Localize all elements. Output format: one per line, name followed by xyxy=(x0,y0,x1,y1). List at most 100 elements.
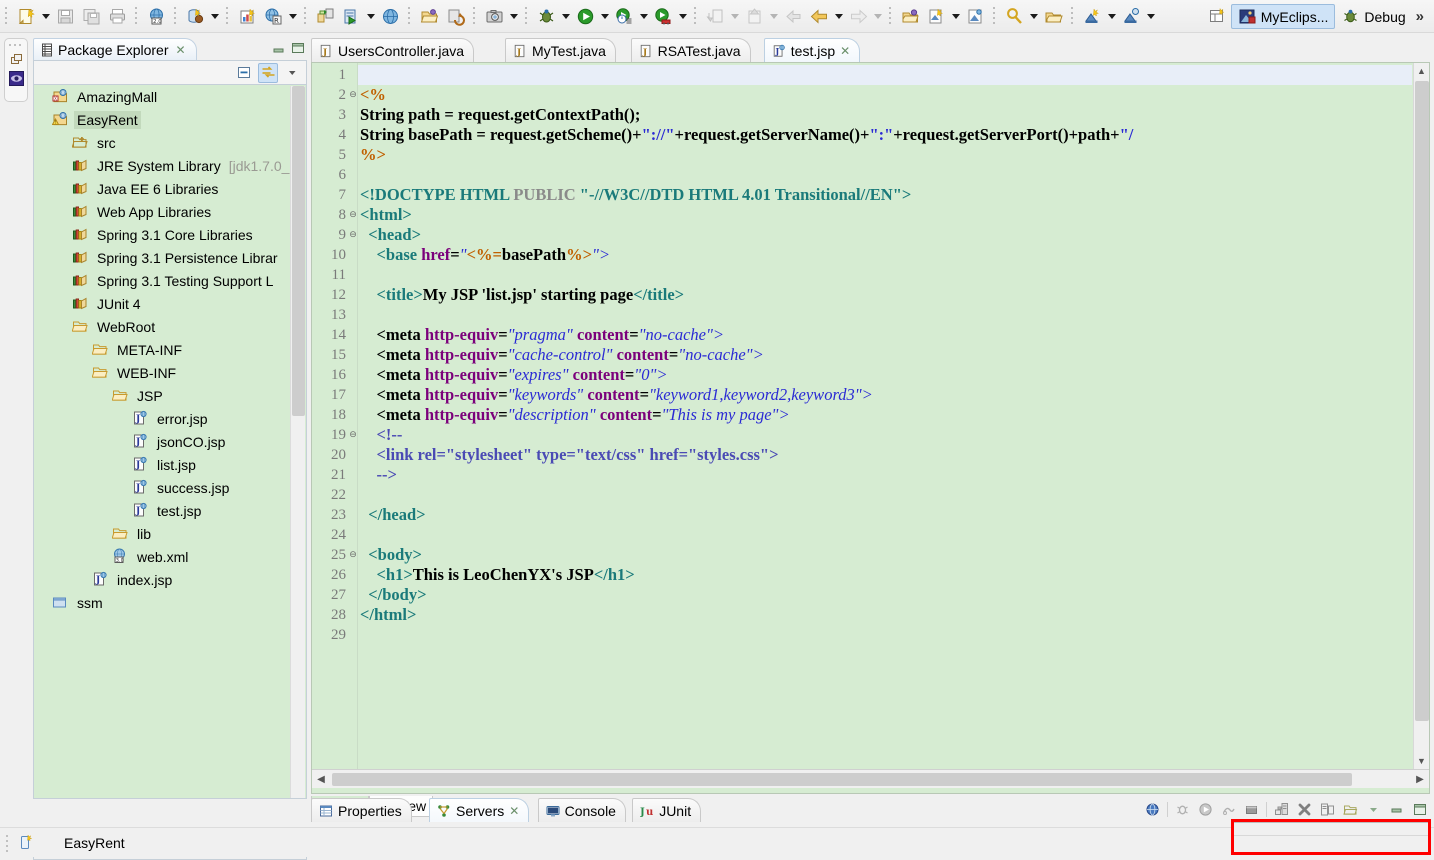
close-icon[interactable]: ✕ xyxy=(176,43,186,57)
tree-item-web-app-libraries[interactable]: Web App Libraries xyxy=(34,200,306,223)
maximize-icon[interactable] xyxy=(291,41,305,55)
link-editor-icon[interactable] xyxy=(258,62,278,83)
code-line[interactable]: %> xyxy=(360,145,386,165)
code-line[interactable]: <body> xyxy=(360,545,422,565)
toolbar-grip[interactable] xyxy=(471,5,478,27)
save-all-icon[interactable] xyxy=(78,3,104,29)
tree-item-spring-3-1-persistence-librar[interactable]: Spring 3.1 Persistence Librar xyxy=(34,246,306,269)
chevron-down-icon[interactable] xyxy=(1365,801,1382,818)
editor-tab-rsatest-java[interactable]: J RSATest.java xyxy=(630,38,751,62)
perspective-more-chevron-icon[interactable]: » xyxy=(1412,8,1428,25)
myeclipse-explorer-icon[interactable] xyxy=(5,68,27,88)
scroll-down-arrow-icon[interactable]: ▼ xyxy=(1414,753,1429,769)
tree-item-amazingmall[interactable]: X AmazingMall xyxy=(34,85,306,108)
toolbar-grip[interactable] xyxy=(3,5,10,27)
new-class-icon[interactable] xyxy=(923,3,949,29)
step-return-dropdown-arrow[interactable] xyxy=(767,3,780,29)
toolbar-grip[interactable] xyxy=(302,5,309,27)
run-server-dropdown-arrow[interactable] xyxy=(364,3,377,29)
editor-tab-mytest-java[interactable]: J MyTest.java xyxy=(505,38,616,62)
code-line[interactable]: <meta http-equiv="description" content="… xyxy=(360,405,790,425)
fast-view-grip[interactable] xyxy=(9,41,23,50)
forward-dropdown-arrow[interactable] xyxy=(871,3,884,29)
editor-tab-test-jsp[interactable]: Jtest.jsp ✕ xyxy=(763,38,861,62)
code-line[interactable]: </body> xyxy=(360,585,426,605)
screenshot-icon[interactable] xyxy=(481,3,507,29)
fold-toggle-icon[interactable]: ⊖ xyxy=(348,545,358,565)
code-line[interactable]: <meta http-equiv="pragma" content="no-ca… xyxy=(360,325,725,345)
new-report-icon[interactable] xyxy=(234,3,260,29)
debug-icon[interactable] xyxy=(533,3,559,29)
fold-toggle-icon[interactable]: ⊖ xyxy=(348,205,358,225)
collapse-all-icon[interactable] xyxy=(234,63,254,83)
tree-item-success-jsp[interactable]: Jsuccess.jsp xyxy=(34,476,306,499)
run-history-icon[interactable] xyxy=(611,3,637,29)
new-java-project-icon[interactable] xyxy=(1079,3,1105,29)
search-icon[interactable] xyxy=(1001,3,1027,29)
open-perspective-icon[interactable] xyxy=(1205,4,1231,30)
restore-view-icon[interactable] xyxy=(5,50,27,68)
code-line[interactable]: String basePath = request.getScheme()+":… xyxy=(360,125,1133,145)
scroll-up-arrow-icon[interactable]: ▲ xyxy=(1414,63,1429,79)
new-package-icon[interactable] xyxy=(897,3,923,29)
open-folder-icon[interactable] xyxy=(416,3,442,29)
code-line[interactable]: <title>My JSP 'list.jsp' starting page</… xyxy=(360,285,685,305)
code-line[interactable]: <meta http-equiv="keywords" content="key… xyxy=(360,385,873,405)
publish-icon[interactable] xyxy=(1273,801,1290,818)
open-folder-small-icon[interactable] xyxy=(1342,801,1359,818)
tree-item-meta-inf[interactable]: META-INF xyxy=(34,338,306,361)
new-database-dropdown-arrow[interactable] xyxy=(208,3,221,29)
perspective-myeclipse[interactable]: MyEclips... xyxy=(1230,4,1336,29)
tree-item-java-ee-6-libraries[interactable]: Java EE 6 Libraries xyxy=(34,177,306,200)
bottom-tab-junit[interactable]: Ju JUnit xyxy=(632,798,702,822)
new-database-icon[interactable] xyxy=(182,3,208,29)
toolbar-grip[interactable] xyxy=(133,5,140,27)
refresh-icon[interactable] xyxy=(442,3,468,29)
run-error-icon[interactable] xyxy=(650,3,676,29)
save-icon[interactable] xyxy=(52,3,78,29)
code-line[interactable]: <!DOCTYPE HTML PUBLIC "-//W3C//DTD HTML … xyxy=(360,185,911,205)
new-class-dropdown-arrow[interactable] xyxy=(949,3,962,29)
scroll-right-arrow-icon[interactable]: ▶ xyxy=(1411,771,1429,788)
deploy-dropdown-arrow[interactable] xyxy=(286,3,299,29)
run-small-icon[interactable] xyxy=(1197,801,1214,818)
tree-item-error-jsp[interactable]: Jerror.jsp xyxy=(34,407,306,430)
deploy-icon[interactable]: R xyxy=(260,3,286,29)
tree-item-junit-4[interactable]: JUnit 4 xyxy=(34,292,306,315)
code-line[interactable]: --> xyxy=(360,465,397,485)
back-dropdown-arrow[interactable] xyxy=(832,3,845,29)
tree-item-index-jsp[interactable]: Jindex.jsp xyxy=(34,568,306,591)
toolbar-grip[interactable] xyxy=(887,5,894,27)
scroll-left-arrow-icon[interactable]: ◀ xyxy=(312,771,330,788)
code-line[interactable]: </html> xyxy=(360,605,416,625)
tree-item-list-jsp[interactable]: Jlist.jsp xyxy=(34,453,306,476)
code-line[interactable]: <html> xyxy=(360,205,412,225)
scrollbar-thumb[interactable] xyxy=(1415,81,1429,721)
back-arrow-icon[interactable] xyxy=(806,3,832,29)
fold-toggle-icon[interactable]: ⊖ xyxy=(348,425,358,445)
code-line[interactable]: <meta http-equiv="expires" content="0"> xyxy=(360,365,668,385)
code-line[interactable]: <link rel="stylesheet" type="text/css" h… xyxy=(360,445,779,465)
toolbar-grip[interactable] xyxy=(224,5,231,27)
chevron-down-icon[interactable] xyxy=(282,63,302,83)
perspective-debug[interactable]: Debug xyxy=(1335,4,1411,29)
project-tree[interactable]: X AmazingMall! EasyRent src JRE System Libra… xyxy=(33,84,307,799)
tree-item-jsonco-jsp[interactable]: JjsonCO.jsp xyxy=(34,430,306,453)
run-history-dropdown-arrow[interactable] xyxy=(637,3,650,29)
tree-item-easyrent[interactable]: ! EasyRent xyxy=(34,108,306,131)
new-web-project-dropdown-arrow[interactable] xyxy=(1144,3,1157,29)
code-line[interactable]: <base href="<%=basePath%>"> xyxy=(360,245,611,265)
fold-toggle-icon[interactable]: ⊖ xyxy=(348,85,358,105)
run-icon[interactable] xyxy=(572,3,598,29)
code-line[interactable]: <!-- xyxy=(360,425,403,445)
stop-small-icon[interactable] xyxy=(1243,801,1260,818)
add-remove-icon[interactable] xyxy=(1319,801,1336,818)
minimize-icon[interactable] xyxy=(1388,801,1405,818)
toolbar-grip[interactable] xyxy=(523,5,530,27)
code-line[interactable]: <meta http-equiv="cache-control" content… xyxy=(360,345,764,365)
tree-item-jre-system-library[interactable]: JRE System Library [jdk1.7.0_ xyxy=(34,154,306,177)
scrollbar-thumb[interactable] xyxy=(292,86,305,416)
globe-blue-icon[interactable] xyxy=(1144,801,1161,818)
tree-item-spring-3-1-core-libraries[interactable]: Spring 3.1 Core Libraries xyxy=(34,223,306,246)
code-line[interactable]: String path = request.getContextPath(); xyxy=(360,105,640,125)
